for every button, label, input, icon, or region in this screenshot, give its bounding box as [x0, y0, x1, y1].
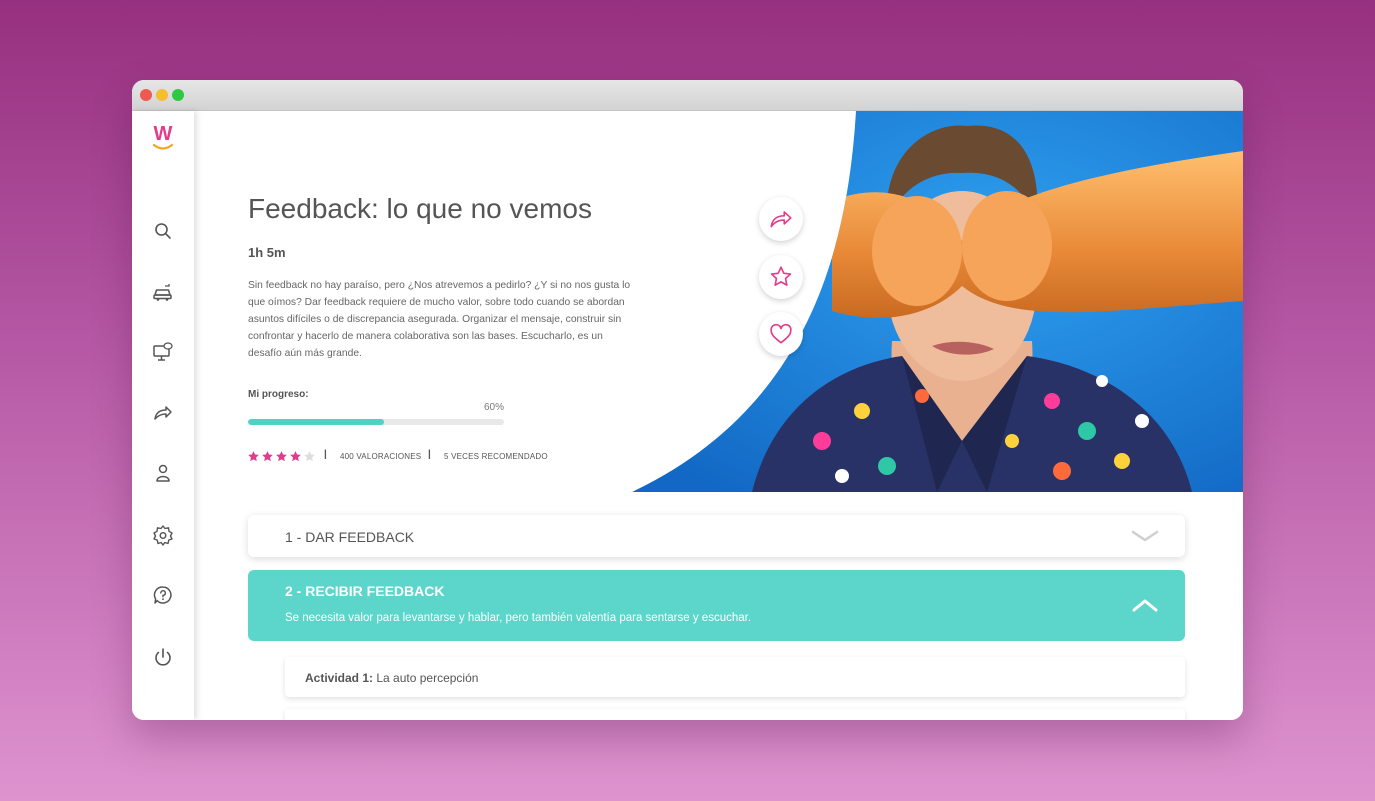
course-duration: 1h 5m [248, 245, 286, 260]
section-title: 1 - DAR FEEDBACK [285, 529, 415, 545]
sidebar: W [132, 111, 194, 720]
star-icon [770, 266, 792, 286]
car-icon [153, 284, 172, 301]
sidebar-item-profile[interactable] [151, 461, 175, 485]
course-description: Sin feedback no hay paraíso, pero ¿Nos a… [248, 280, 631, 359]
star-filled-icon[interactable] [247, 450, 260, 463]
favorite-star-button[interactable] [759, 255, 803, 299]
sidebar-item-search[interactable] [151, 219, 175, 243]
sidebar-item-monitor[interactable] [151, 340, 175, 364]
section-recibir-feedback[interactable]: 2 - RECIBIR FEEDBACK Se necesita valor p… [248, 570, 1185, 641]
chevron-down-icon [1131, 530, 1159, 542]
app-logo[interactable]: W [150, 122, 176, 154]
star-filled-icon[interactable] [261, 450, 274, 463]
chevron-up-icon [1132, 599, 1158, 612]
section-title: 2 - RECIBIR FEEDBACK [285, 583, 445, 599]
progress-percent: 60% [483, 402, 504, 413]
user-icon [156, 464, 170, 482]
sidebar-item-help[interactable] [151, 583, 175, 607]
activity-title: La auto percepción [376, 671, 479, 685]
search-icon [155, 223, 171, 239]
star-empty-icon[interactable] [303, 450, 316, 463]
close-window-button[interactable] [140, 89, 152, 101]
rating-stars[interactable] [247, 450, 316, 464]
window-titlebar [132, 80, 1243, 111]
browser-window: W Feedback: lo que no vemos 1h 5m Sin fe… [132, 80, 1243, 720]
like-button[interactable] [759, 312, 803, 356]
course-content: Feedback: lo que no vemos 1h 5m Sin feed… [194, 111, 1243, 720]
star-filled-icon[interactable] [289, 450, 302, 463]
sidebar-item-logout[interactable] [151, 645, 175, 669]
power-icon [155, 648, 171, 666]
meta-separator: | [324, 449, 327, 460]
minimize-window-button[interactable] [156, 89, 168, 101]
share-button[interactable] [759, 197, 803, 241]
course-title: Feedback: lo que no vemos [248, 193, 592, 224]
activity-item[interactable] [285, 709, 1185, 720]
section-dar-feedback[interactable]: 1 - DAR FEEDBACK [248, 515, 1185, 557]
help-icon [153, 586, 172, 604]
sidebar-item-settings[interactable] [151, 523, 175, 547]
maximize-window-button[interactable] [172, 89, 184, 101]
star-filled-icon[interactable] [275, 450, 288, 463]
gear-icon [153, 525, 173, 546]
share-icon [770, 211, 792, 228]
progress-label: Mi progreso: [248, 389, 309, 400]
progress-bar-fill [248, 419, 384, 425]
activity-label: Actividad 1: La auto percepción [305, 671, 478, 685]
course-hero-image [632, 111, 1243, 492]
ratings-count: 400 VALORACIONES [340, 452, 422, 461]
activity-prefix: Actividad 1: [305, 671, 374, 685]
monitor-chat-icon [153, 342, 173, 361]
heart-icon [770, 323, 792, 344]
share-icon [154, 406, 172, 420]
activity-item[interactable]: Actividad 1: La auto percepción [285, 657, 1185, 697]
sidebar-item-car[interactable] [151, 280, 175, 304]
logo-letter: W [154, 123, 173, 145]
recommended-count: 5 VECES RECOMENDADO [444, 452, 548, 461]
progress-bar [248, 419, 504, 425]
section-subtitle: Se necesita valor para levantarse y habl… [285, 612, 752, 624]
meta-separator: | [428, 449, 431, 460]
sidebar-item-share[interactable] [151, 401, 175, 425]
